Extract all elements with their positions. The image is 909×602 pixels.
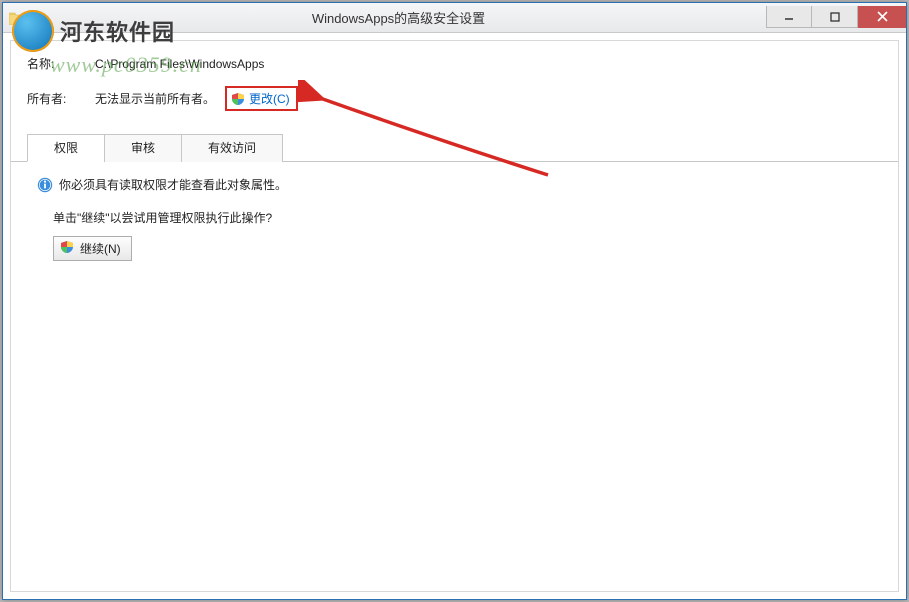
window-controls [766, 7, 906, 28]
tab-audit[interactable]: 审核 [104, 134, 182, 162]
security-settings-window: WindowsApps的高级安全设置 名称: C:\Program Files\… [2, 2, 907, 600]
tab-permissions[interactable]: 权限 [27, 134, 105, 162]
owner-field: 所有者: 无法显示当前所有者。 更改(C) [27, 86, 882, 111]
owner-value: 无法显示当前所有者。 [95, 90, 215, 107]
name-label: 名称: [27, 55, 95, 72]
uac-shield-icon [60, 240, 74, 257]
change-owner-link[interactable]: 更改(C) [225, 86, 298, 111]
content-pane: 名称: C:\Program Files\WindowsApps 所有者: 无法… [10, 40, 899, 592]
close-button[interactable] [858, 6, 906, 28]
folder-icon [3, 3, 31, 33]
info-row: 你必须具有读取权限才能查看此对象属性。 [37, 176, 882, 193]
info-text: 你必须具有读取权限才能查看此对象属性。 [59, 176, 287, 193]
name-field: 名称: C:\Program Files\WindowsApps [27, 55, 882, 72]
tab-effective-access[interactable]: 有效访问 [181, 134, 283, 162]
continue-button[interactable]: 继续(N) [53, 236, 132, 261]
titlebar[interactable]: WindowsApps的高级安全设置 [3, 3, 906, 33]
tab-strip: 权限 审核 有效访问 [11, 133, 898, 162]
info-icon [37, 177, 53, 193]
continue-button-label: 继续(N) [80, 240, 121, 257]
window-title: WindowsApps的高级安全设置 [31, 8, 766, 27]
change-link-text: 更改(C) [249, 90, 290, 107]
name-value: C:\Program Files\WindowsApps [95, 57, 264, 71]
prompt-text: 单击"继续"以尝试用管理权限执行此操作? [53, 209, 882, 226]
maximize-button[interactable] [812, 6, 858, 28]
owner-label: 所有者: [27, 90, 95, 107]
uac-shield-icon [231, 92, 245, 106]
minimize-button[interactable] [766, 6, 812, 28]
